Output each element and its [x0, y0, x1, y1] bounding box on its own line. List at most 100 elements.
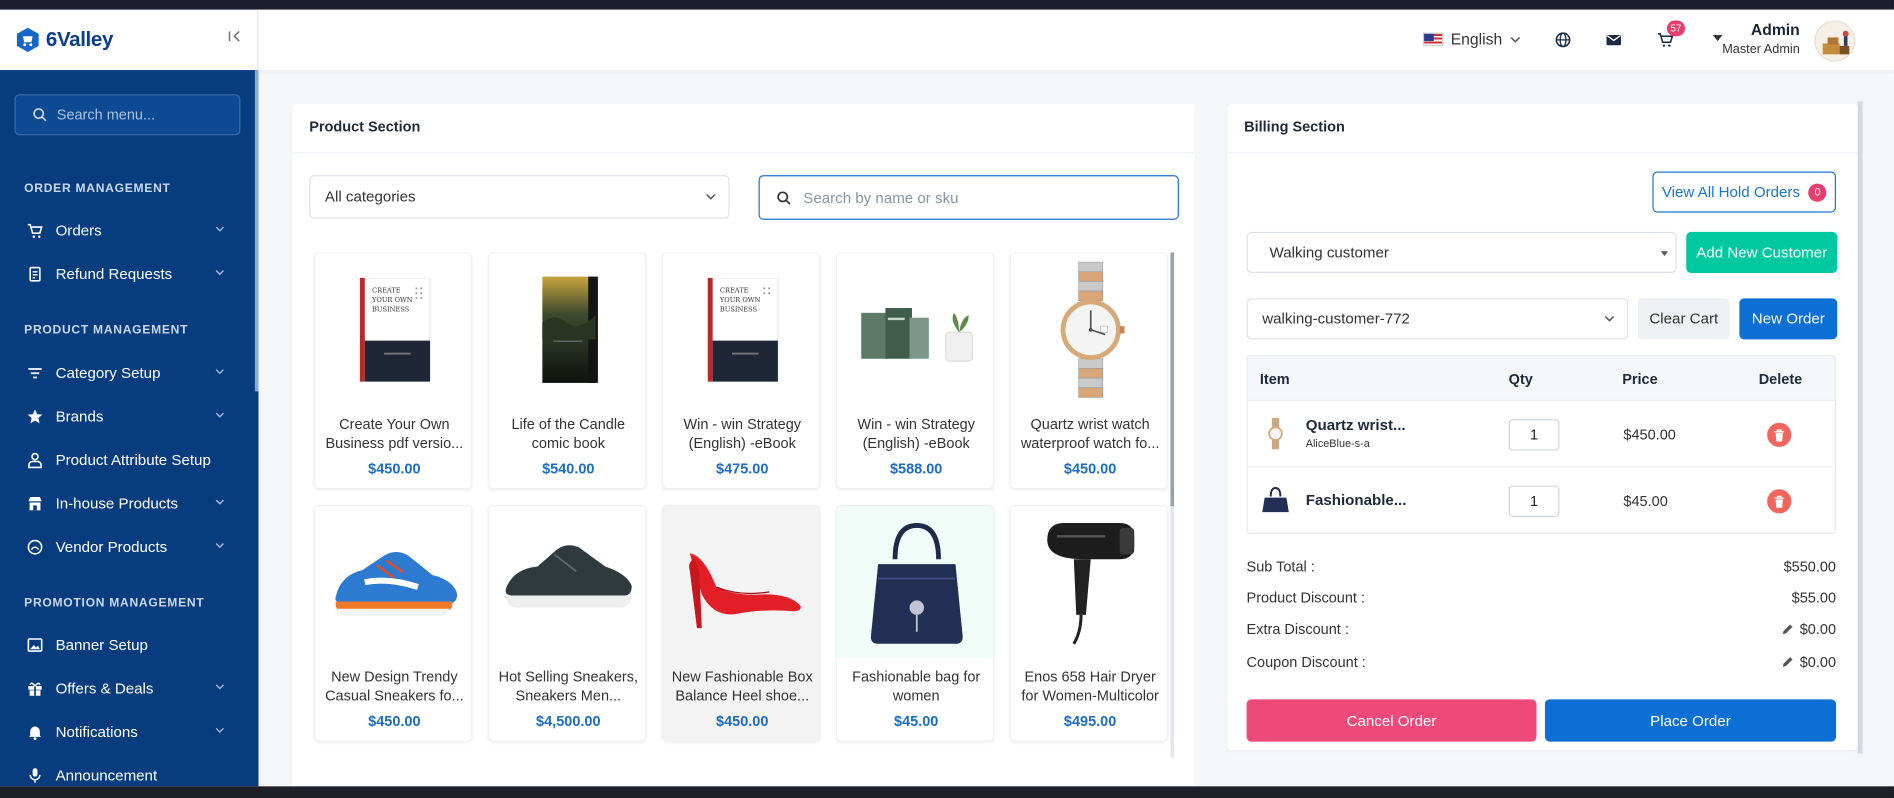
product-name: New Design Trendy Casual Sneakers fo... — [325, 667, 464, 705]
product-price: $495.00 — [1063, 712, 1117, 730]
sidebar-item-refund-requests[interactable]: Refund Requests — [0, 258, 256, 289]
product-card[interactable]: Enos 658 Hair Dryer for Women-Multicolor … — [1009, 504, 1169, 742]
product-card[interactable]: Fashionable bag for women $45.00 — [835, 504, 995, 742]
sidebar-item-product-attribute-setup[interactable]: Product Attribute Setup — [0, 445, 256, 476]
sidebar-item-label: Category Setup — [55, 364, 161, 382]
product-grid-scrollbar[interactable] — [1170, 252, 1175, 758]
product-search[interactable] — [758, 175, 1179, 220]
edit-coupon-discount-icon[interactable] — [1782, 656, 1794, 668]
product-image-book-business: CREATE YOUR OWN BUSINESS — [315, 254, 471, 406]
cart-icon — [27, 222, 44, 239]
sidebar-item-orders[interactable]: Orders — [0, 215, 256, 246]
mail-icon[interactable] — [1604, 30, 1623, 49]
cart-table-header: Item Qty Price Delete — [1247, 356, 1835, 402]
summary-value: $55.00 — [1791, 589, 1837, 607]
bell-icon — [27, 724, 44, 741]
mic-icon — [27, 767, 44, 784]
gift-icon — [27, 680, 44, 697]
language-selector[interactable]: English — [1422, 30, 1520, 48]
customer-select[interactable]: Walking customer — [1246, 231, 1677, 273]
product-image-red-heel — [663, 506, 819, 658]
product-card[interactable]: Hot Selling Sneakers, Sneakers Men... $4,… — [487, 504, 647, 742]
clear-cart-button[interactable]: Clear Cart — [1637, 298, 1730, 340]
product-image-hair-dryer — [1011, 506, 1167, 658]
cart-item-name: Fashionable... — [1305, 491, 1407, 509]
caret-down-icon[interactable] — [1712, 35, 1723, 42]
product-card[interactable]: Win - win Strategy (English) -eBook $588.… — [835, 252, 995, 490]
quantity-input[interactable] — [1508, 419, 1560, 451]
column-header-delete: Delete — [1758, 370, 1803, 388]
collapse-sidebar-icon[interactable] — [225, 29, 244, 48]
sidebar-item-label: Orders — [55, 222, 102, 240]
sidebar-item-category-setup[interactable]: Category Setup — [0, 358, 256, 389]
summary-value: $0.00 — [1799, 653, 1837, 671]
delete-item-button[interactable] — [1767, 422, 1792, 447]
new-order-button[interactable]: New Order — [1739, 298, 1838, 340]
trash-icon — [1774, 428, 1785, 441]
svg-text:YOUR OWN: YOUR OWN — [718, 296, 760, 304]
filter-icon — [27, 365, 44, 382]
product-price: $450.00 — [1063, 460, 1117, 478]
product-grid: CREATE YOUR OWN BUSINESS Create Your Own Bu… — [314, 252, 1172, 757]
sidebar-item-label: Refund Requests — [55, 265, 173, 283]
caret-down-icon — [1660, 251, 1669, 257]
product-card[interactable]: CREATE YOUR OWN BUSINESS Win - win Strateg… — [661, 252, 821, 490]
section-title-promotion-management: PROMOTION MANAGEMENT — [24, 596, 205, 610]
product-image-watch — [1011, 254, 1167, 406]
product-image-blue-sneaker — [315, 506, 471, 658]
avatar[interactable] — [1814, 20, 1856, 62]
sidebar-item-brands[interactable]: Brands — [0, 401, 256, 432]
edit-extra-discount-icon[interactable] — [1782, 623, 1794, 635]
admin-name[interactable]: Admin — [1725, 21, 1800, 39]
view-hold-orders-button[interactable]: View All Hold Orders 0 — [1652, 171, 1837, 213]
product-price: $588.00 — [889, 460, 943, 478]
sidebar-search-input[interactable] — [56, 106, 226, 124]
add-new-customer-button[interactable]: Add New Customer — [1686, 231, 1838, 273]
cart-item-thumbnail — [1260, 484, 1291, 515]
table-row: Fashionable... $45.00 — [1248, 467, 1835, 532]
trash-icon — [1774, 495, 1785, 508]
product-name: Enos 658 Hair Dryer for Women-Multicolor — [1021, 667, 1159, 705]
product-card[interactable]: Life of the Candle comic book $540.00 — [487, 252, 647, 490]
column-header-item: Item — [1259, 370, 1290, 388]
chevron-down-icon — [215, 499, 224, 505]
sidebar-search[interactable] — [14, 94, 241, 136]
brand-name: 6Valley — [45, 27, 114, 51]
sidebar-item-label: In-house Products — [55, 495, 179, 513]
product-price: $540.00 — [542, 460, 595, 478]
product-card[interactable]: Quartz wrist watch waterproof watch fo...… — [1009, 252, 1169, 490]
sidebar-item-banner-setup[interactable]: Banner Setup — [0, 629, 256, 660]
chevron-down-icon — [215, 369, 224, 375]
cart-table: Item Qty Price Delete Quartz wrist... Al… — [1246, 355, 1837, 534]
sidebar: 6Valley ORDER MANAGEMENT Orders Refund R… — [0, 9, 259, 787]
product-search-input[interactable] — [803, 189, 1154, 206]
sidebar-header: 6Valley — [0, 9, 259, 71]
order-select[interactable]: walking-customer-772 — [1246, 298, 1629, 340]
logo[interactable]: 6Valley — [14, 27, 113, 54]
quantity-input[interactable] — [1508, 485, 1560, 517]
admin-role: Master Admin — [1722, 42, 1800, 57]
product-image-candle-book — [489, 254, 645, 406]
page-scrollbar[interactable] — [1857, 101, 1863, 754]
chevron-down-icon — [215, 270, 224, 276]
svg-text:YOUR OWN: YOUR OWN — [370, 296, 412, 304]
cancel-order-button[interactable]: Cancel Order — [1246, 699, 1537, 742]
globe-icon[interactable] — [1553, 30, 1572, 49]
sidebar-item-label: Offers & Deals — [55, 680, 154, 697]
place-order-button[interactable]: Place Order — [1544, 699, 1837, 742]
sidebar-item-notifications[interactable]: Notifications — [0, 716, 256, 747]
search-icon — [33, 108, 47, 122]
sidebar-item-offers-deals[interactable]: Offers & Deals — [0, 673, 256, 704]
product-card[interactable]: CREATE YOUR OWN BUSINESS Create Your Own Bu… — [314, 252, 473, 490]
category-select[interactable]: All categories — [309, 175, 730, 219]
summary-row-subtotal: Sub Total : $550.00 — [1247, 558, 1836, 577]
billing-section-title: Billing Section — [1244, 118, 1345, 136]
product-image-book-green — [837, 254, 993, 406]
sidebar-item-vendor-products[interactable]: Vendor Products — [0, 531, 256, 562]
product-card[interactable]: New Design Trendy Casual Sneakers fo... $… — [314, 504, 473, 742]
delete-item-button[interactable] — [1767, 489, 1792, 514]
product-card[interactable]: New Fashionable Box Balance Heel shoe... … — [661, 504, 821, 742]
product-price: $450.00 — [368, 712, 421, 730]
sidebar-item-in-house-products[interactable]: In-house Products — [0, 488, 256, 519]
product-name: Fashionable bag for women — [852, 667, 981, 705]
